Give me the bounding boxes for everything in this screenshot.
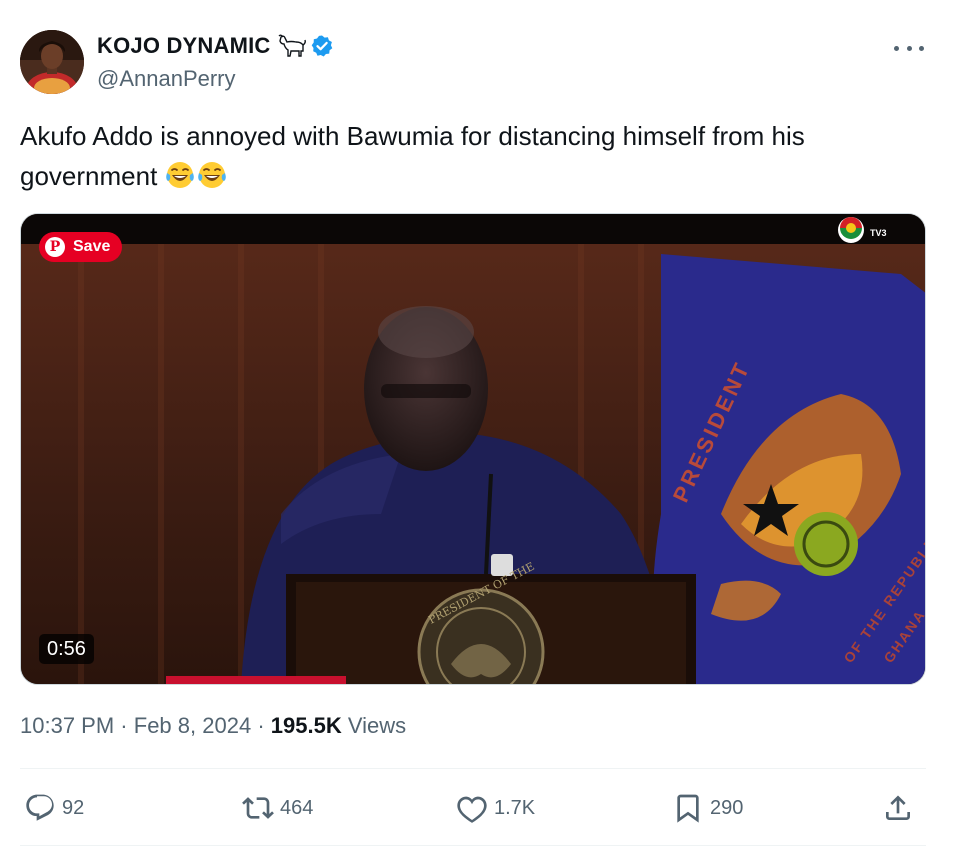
more-options-button[interactable] [894, 38, 924, 58]
tweet-meta: 10:37 PM · Feb 8, 2024 · 195.5K Views [20, 713, 406, 739]
views-label: Views [347, 713, 407, 738]
video-duration: 0:56 [39, 634, 94, 664]
tweet-body: Akufo Addo is annoyed with Bawumia for d… [20, 121, 805, 191]
like-button[interactable]: 1.7K [456, 786, 535, 830]
like-count: 1.7K [494, 796, 536, 819]
pinterest-icon: P [45, 237, 65, 257]
share-icon [886, 795, 910, 820]
author-names: KOJO DYNAMIC @AnnanPerry [97, 32, 334, 92]
profile-photo [20, 30, 84, 94]
more-dot-icon [894, 45, 899, 51]
video-player[interactable]: PRESIDENT OF THE REPUBLIC GHANA PRESIDEN… [20, 213, 926, 685]
more-dot-icon [919, 45, 924, 51]
repost-count: 464 [280, 796, 314, 819]
avatar[interactable] [20, 30, 84, 94]
tweet-text: Akufo Addo is annoyed with Bawumia for d… [20, 116, 920, 196]
tweet-time[interactable]: 10:37 PM [20, 713, 114, 738]
display-name[interactable]: KOJO DYNAMIC [97, 33, 271, 59]
views-count[interactable]: 195.5K [271, 713, 342, 738]
action-bar: 92 464 1.7K 290 [20, 786, 926, 830]
pinterest-save-button[interactable]: P Save [39, 232, 123, 262]
reply-button[interactable]: 92 [24, 786, 84, 830]
meta-separator: · [257, 713, 265, 738]
tears-of-joy-emoji-icon [197, 162, 226, 188]
goat-icon [278, 34, 306, 57]
more-dot-icon [906, 45, 912, 51]
tweet-header: KOJO DYNAMIC @AnnanPerry [20, 30, 930, 96]
save-label: Save [73, 238, 111, 255]
channel-logo-text: TV3 [870, 228, 887, 238]
handle[interactable]: @AnnanPerry [97, 66, 334, 92]
bookmark-button[interactable]: 290 [672, 786, 743, 830]
bookmark-count: 290 [710, 796, 744, 819]
tears-of-joy-emoji-icon [165, 162, 194, 188]
reply-count: 92 [62, 796, 85, 819]
divider [20, 768, 926, 769]
verified-badge-icon[interactable] [310, 34, 334, 58]
divider [20, 845, 926, 846]
meta-separator: · [120, 713, 128, 738]
bookmark-icon [677, 794, 699, 823]
share-button[interactable] [882, 786, 920, 830]
heart-icon [457, 796, 487, 823]
repost-button[interactable]: 464 [242, 786, 313, 830]
reply-icon [26, 794, 54, 821]
video-thumbnail: PRESIDENT OF THE REPUBLIC GHANA PRESIDEN… [21, 214, 925, 684]
tweet-date[interactable]: Feb 8, 2024 [134, 713, 251, 738]
repost-icon [242, 797, 274, 819]
